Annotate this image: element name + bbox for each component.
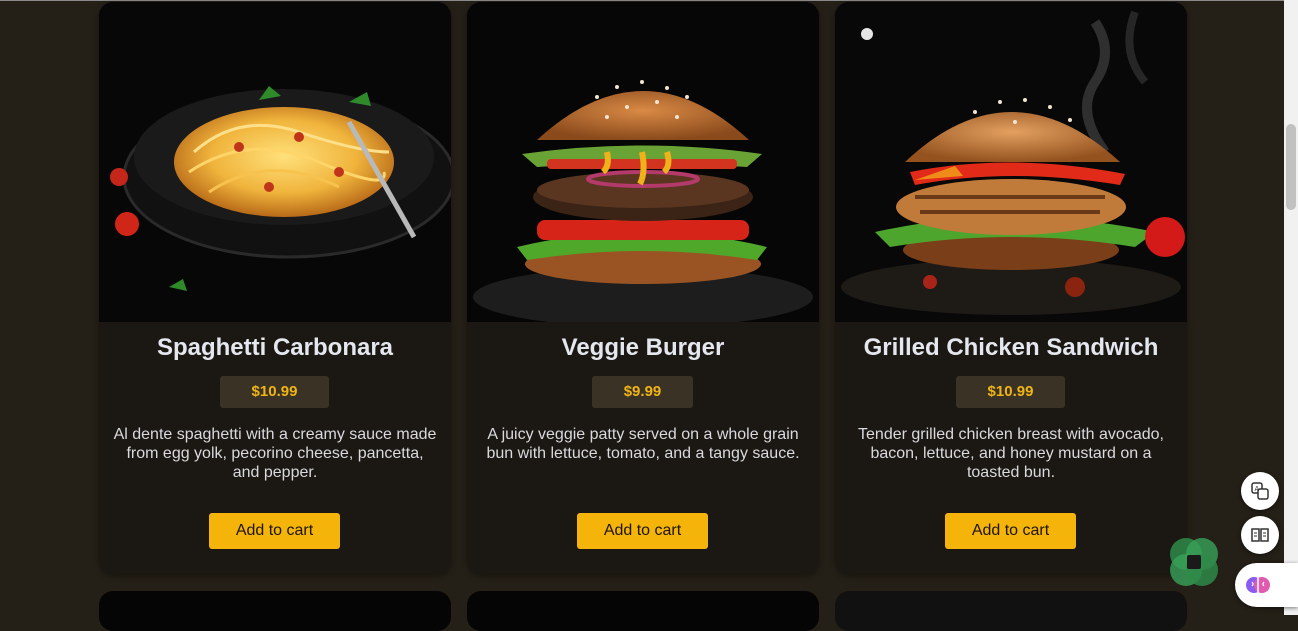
assistant-button[interactable] [1235, 563, 1298, 607]
item-description: Al dente spaghetti with a creamy sauce m… [113, 426, 437, 481]
spaghetti-image [99, 2, 451, 322]
price-badge: $9.99 [592, 376, 693, 408]
price-badge: $10.99 [220, 376, 329, 408]
item-description: A juicy veggie patty served on a whole g… [486, 426, 800, 462]
menu-card-grilled-chicken: Grilled Chicken Sandwich $10.99 Tender g… [835, 2, 1187, 574]
menu-card-veggie-burger: Veggie Burger $9.99 A juicy veggie patty… [467, 2, 819, 574]
add-to-cart-button[interactable]: Add to cart [945, 513, 1076, 549]
item-title: Spaghetti Carbonara [156, 334, 394, 361]
veggie-burger-image [467, 2, 819, 322]
translate-button[interactable]: A [1241, 472, 1279, 510]
reader-button[interactable] [1241, 516, 1279, 554]
price-badge: $10.99 [956, 376, 1065, 408]
item-description: Tender grilled chicken breast with avoca… [858, 426, 1164, 481]
vertical-scrollbar[interactable] [1284, 0, 1298, 615]
item-title: Grilled Chicken Sandwich [863, 334, 1159, 361]
brain-icon [1246, 577, 1270, 593]
add-to-cart-button[interactable]: Add to cart [209, 513, 340, 549]
svg-text:A: A [1255, 485, 1260, 493]
next-row-card [835, 591, 1187, 631]
item-title: Veggie Burger [561, 334, 725, 361]
window-top-border [0, 0, 1284, 1]
translate-icon: A [1251, 482, 1269, 500]
small-badge-icon [861, 28, 873, 40]
next-row-card [467, 591, 819, 631]
green-logo-icon[interactable] [1168, 536, 1220, 588]
grilled-chicken-image [835, 2, 1187, 322]
book-icon [1251, 528, 1269, 542]
scrollbar-thumb[interactable] [1286, 124, 1296, 210]
menu-card-spaghetti: Spaghetti Carbonara $10.99 Al dente spag… [99, 2, 451, 574]
add-to-cart-button[interactable]: Add to cart [577, 513, 708, 549]
next-row-card [99, 591, 451, 631]
